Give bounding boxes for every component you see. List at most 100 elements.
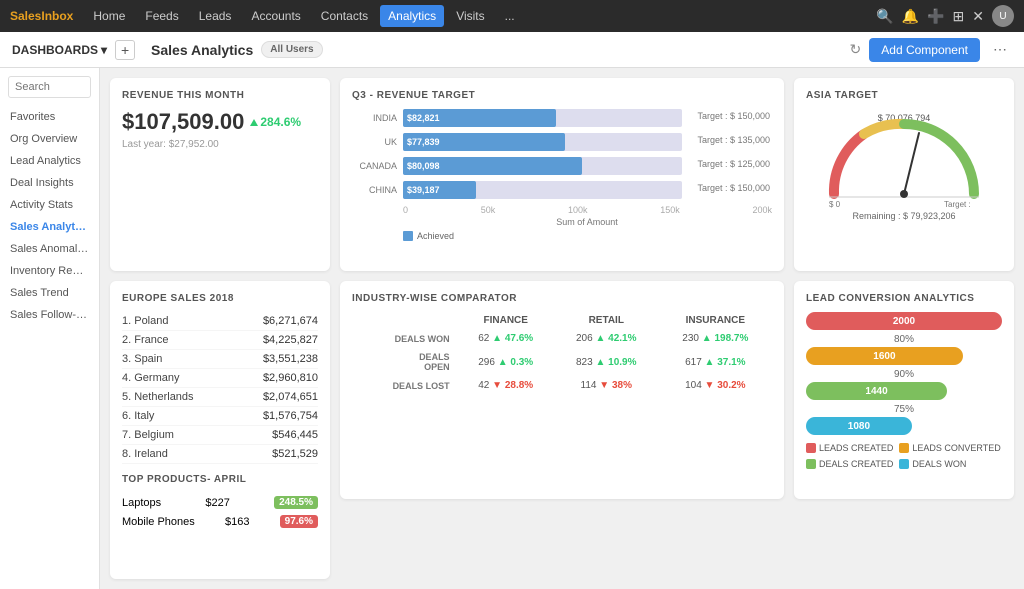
bar-2000: 2000	[806, 312, 1002, 330]
legend-dot-deals-won	[899, 459, 909, 469]
sidebar-item-sales-anomalies[interactable]: Sales Anomalies	[0, 238, 99, 260]
lead-legend: LEADS CREATED LEADS CONVERTED DEALS CREA…	[806, 443, 1002, 469]
nav-more[interactable]: ...	[497, 5, 523, 27]
list-item: 7. Belgium$546,445	[122, 426, 318, 445]
q3-title: Q3 - REVENUE TARGET	[352, 90, 772, 101]
list-item: 8. Ireland$521,529	[122, 445, 318, 464]
legend-leads-created: LEADS CREATED	[806, 443, 893, 453]
row-label-deals-won: DEALS WON	[352, 329, 458, 348]
legend-dot-leads-created	[806, 443, 816, 453]
last-year-label: Last year: $27,952.00	[122, 139, 318, 150]
col-header-empty	[352, 312, 458, 329]
lead-bar-1440: 1440	[806, 382, 1002, 400]
nav-leads[interactable]: Leads	[191, 5, 240, 27]
cell-insurance-won: 230 ▲ 198.7%	[659, 329, 772, 348]
legend-leads-converted: LEADS CONVERTED	[899, 443, 1000, 453]
nav-accounts[interactable]: Accounts	[243, 5, 308, 27]
sidebar-item-favorites[interactable]: Favorites	[0, 106, 99, 128]
sidebar-item-sales-trend[interactable]: Sales Trend	[0, 282, 99, 304]
cell-finance-open: 296 ▲ 0.3%	[458, 348, 554, 376]
add-icon[interactable]: ➕	[927, 8, 944, 25]
legend-dot-deals-created	[806, 459, 816, 469]
main-layout: Favorites Org Overview Lead Analytics De…	[0, 68, 1024, 589]
legend-box	[403, 231, 413, 241]
gauge-container: $ 70,076,794 $ 0 Target : $	[806, 109, 1002, 221]
europe-title: EUROPE SALES 2018	[122, 293, 318, 304]
nav-feeds[interactable]: Feeds	[137, 5, 186, 27]
more-options-button[interactable]: ⋯	[988, 38, 1012, 62]
nav-home[interactable]: Home	[85, 5, 133, 27]
list-item: 4. Germany$2,960,810	[122, 369, 318, 388]
cell-finance-won: 62 ▲ 47.6%	[458, 329, 554, 348]
list-item: 6. Italy$1,576,754	[122, 407, 318, 426]
avatar[interactable]: U	[992, 5, 1014, 27]
cell-insurance-open: 617 ▲ 37.1%	[659, 348, 772, 376]
refresh-icon[interactable]: ↻	[850, 41, 862, 58]
top-products-section: TOP PRODUCTS- APRIL Laptops $227 248.5% …	[122, 474, 318, 531]
bar-row-india: INDIA $82,821 Target : $ 150,000	[352, 109, 682, 127]
bar-row-uk: UK $77,839 Target : $ 135,000	[352, 133, 682, 151]
nav-contacts[interactable]: Contacts	[313, 5, 376, 27]
cell-finance-lost: 42 ▼ 28.8%	[458, 376, 554, 395]
sidebar-item-lead-analytics[interactable]: Lead Analytics	[0, 150, 99, 172]
pct-80: 80%	[806, 334, 1002, 345]
lead-bar-1600: 1600	[806, 347, 1002, 365]
bell-icon[interactable]: 🔔	[902, 8, 919, 25]
bar-label-china: CHINA	[352, 185, 397, 195]
search-icon[interactable]: 🔍	[876, 8, 893, 25]
close-icon[interactable]: ✕	[972, 8, 984, 25]
nav-visits[interactable]: Visits	[448, 5, 492, 27]
x-axis-label: Sum of Amount	[352, 217, 772, 227]
lead-bar-1080: 1080	[806, 417, 1002, 435]
europe-sales-card: EUROPE SALES 2018 1. Poland$6,271,674 2.…	[110, 281, 330, 579]
sidebar: Favorites Org Overview Lead Analytics De…	[0, 68, 100, 589]
bar-1080: 1080	[806, 417, 912, 435]
content-area: REVENUE THIS MONTH $107,509.00 284.6% La…	[100, 68, 1024, 589]
lead-conversion-bars: 2000 80% 1600 90% 1440 75% 1080	[806, 312, 1002, 435]
bar-label-india: INDIA	[352, 113, 397, 123]
legend-dot-leads-converted	[899, 443, 909, 453]
dashboards-dropdown[interactable]: DASHBOARDS ▾	[12, 43, 107, 57]
revenue-amount: $107,509.00 284.6%	[122, 109, 318, 135]
sidebar-item-sales-analytics[interactable]: Sales Analytics	[0, 216, 99, 238]
sidebar-item-deal-insights[interactable]: Deal Insights	[0, 172, 99, 194]
svg-text:$ 0: $ 0	[829, 200, 841, 209]
nav-analytics[interactable]: Analytics	[380, 5, 444, 27]
grid-icon[interactable]: ⊞	[953, 8, 965, 25]
industry-title: INDUSTRY-WISE COMPARATOR	[352, 293, 772, 304]
top-nav: SalesInbox Home Feeds Leads Accounts Con…	[0, 0, 1024, 32]
sidebar-item-inventory-reports[interactable]: Inventory Reports	[0, 260, 99, 282]
list-item: 2. France$4,225,827	[122, 331, 318, 350]
table-row: DEALS LOST 42 ▼ 28.8% 114 ▼ 38% 104 ▼ 30…	[352, 376, 772, 395]
list-item: 1. Poland$6,271,674	[122, 312, 318, 331]
svg-text:Target :: Target :	[944, 200, 971, 209]
sidebar-item-org-overview[interactable]: Org Overview	[0, 128, 99, 150]
logo: SalesInbox	[10, 9, 73, 23]
lead-conversion-card: LEAD CONVERSION ANALYTICS 2000 80% 1600 …	[794, 281, 1014, 499]
industry-comparator-card: INDUSTRY-WISE COMPARATOR FINANCE RETAIL …	[340, 281, 784, 499]
sidebar-item-activity-stats[interactable]: Activity Stats	[0, 194, 99, 216]
sidebar-item-sales-followup[interactable]: Sales Follow-up T...	[0, 304, 99, 326]
cell-retail-open: 823 ▲ 10.9%	[554, 348, 659, 376]
bar-1600: 1600	[806, 347, 963, 365]
europe-list: 1. Poland$6,271,674 2. France$4,225,827 …	[122, 312, 318, 464]
gauge-remaining: Remaining : $ 79,923,206	[852, 211, 955, 221]
legend-deals-created: DEALS CREATED	[806, 459, 893, 469]
chart-legend: Achieved	[352, 231, 772, 241]
add-dashboard-button[interactable]: +	[115, 40, 135, 60]
search-input[interactable]	[8, 76, 91, 98]
all-users-badge[interactable]: All Users	[261, 41, 322, 58]
bar-row-china: CHINA $39,187 Target : $ 150,000	[352, 181, 682, 199]
bar-row-canada: CANADA $80,098 Target : $ 125,000	[352, 157, 682, 175]
list-item: 3. Spain$3,551,238	[122, 350, 318, 369]
table-row: DEALS WON 62 ▲ 47.6% 206 ▲ 42.1% 230 ▲ 1…	[352, 329, 772, 348]
row-label-deals-open: DEALSOPEN	[352, 348, 458, 376]
sub-nav: DASHBOARDS ▾ + Sales Analytics All Users…	[0, 32, 1024, 68]
products-title: TOP PRODUCTS- APRIL	[122, 474, 318, 485]
legend-text: Achieved	[417, 231, 454, 241]
page-title: Sales Analytics All Users	[151, 41, 323, 58]
add-component-button[interactable]: Add Component	[869, 38, 980, 62]
pct-75: 75%	[806, 404, 1002, 415]
asia-title: ASIA TARGET	[806, 90, 1002, 101]
product-badge-laptops: 248.5%	[274, 496, 318, 509]
